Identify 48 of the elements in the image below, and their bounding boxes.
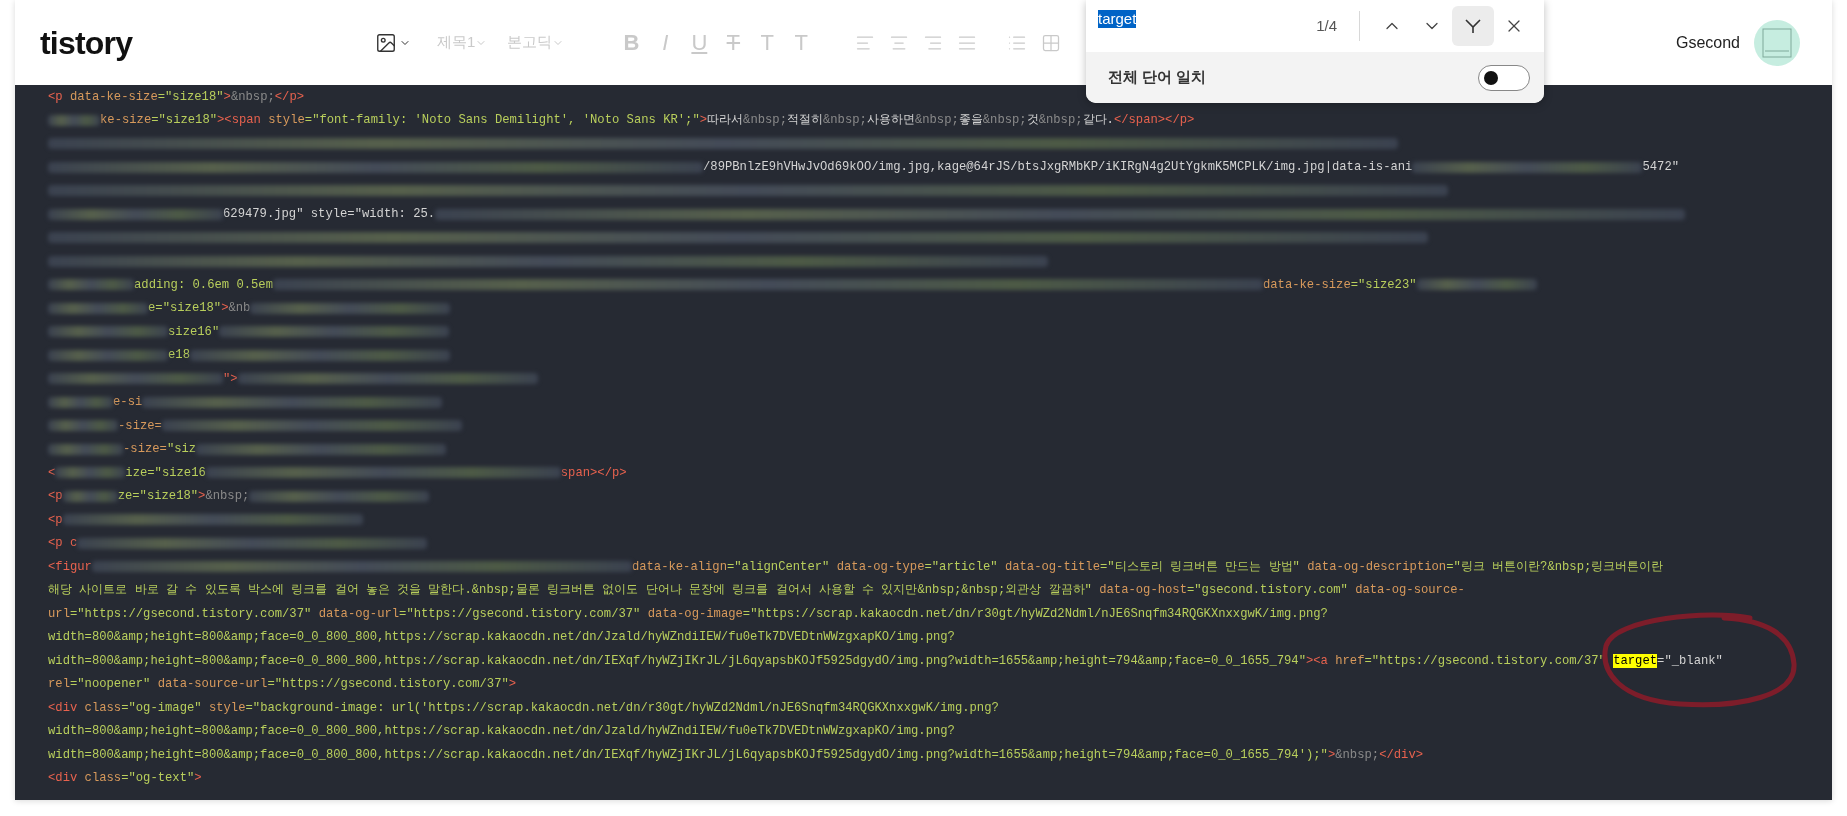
funnel-icon: [1464, 17, 1482, 35]
code-text: data-ke-size="size23": [1262, 276, 1417, 294]
avatar-icon[interactable]: [1754, 19, 1800, 66]
code-text: <p: [48, 511, 63, 529]
code-text: 629479.jpg" style="width: 25.: [223, 206, 436, 224]
user-name[interactable]: Gsecond: [1675, 30, 1740, 55]
code-text: 해당 사이트로 바로 갈 수 있도록 박스에 링크를 걸어 놓은 것을 말한다.&nbsp;물론 링크버튼 없이도 단어나 문장에 링크를 걸어서 사용할 수 있지만&nbsp;&nbsp;외관상 깔끔하" data-og-host="gsecond.tistory.com" data-og-source-: [48, 582, 1465, 600]
code-text: <div class="og-text">: [48, 770, 202, 788]
blurred-text: [62, 490, 118, 502]
code-text: data-ke-align="alignCenter" data-og-type="article" data-og-title="티스토리 링크버튼 만드는 방법" data-og-description="링크 버튼이란?&nbsp;링크버튼이란: [631, 558, 1664, 576]
code-text: size16": [168, 323, 220, 341]
image-icon: [375, 31, 397, 54]
code-text: span></p>: [560, 464, 627, 482]
code-text: <: [48, 464, 56, 482]
code-text: -size="siz: [123, 441, 197, 459]
whole-word-label: 전체 단어 일치: [1108, 67, 1207, 88]
code-text: ke-size="size18"><span style="font-family: 'Noto Sans Demilight', 'Noto Sans KR';">따라서&nbsp;적절히&nbsp;사용하면&nbsp;좋을&nbsp;것&nbsp;같다.</span></p>: [100, 112, 1195, 130]
code-text: ">: [223, 370, 238, 388]
code-text: <figur: [48, 558, 92, 576]
code-text: ze="size18">&nbsp;: [117, 488, 250, 506]
code-text: e18: [168, 347, 190, 365]
code-text: e="size18">&nb: [148, 300, 251, 318]
code-text: /89PBnlzE9hVHwJvOd69kOO/img.jpg,kage@64rJS/btsJxgRMbKP/iKIRgN4g2UtYgkmK5MCPLK/img.jpg|data-is-ani: [703, 159, 1413, 177]
blurred-text: [48, 420, 118, 432]
code-text: rel="noopener" data-source-url="https://gsecond.tistory.com/37">: [48, 676, 517, 694]
code-text: <p: [48, 488, 63, 506]
search-field[interactable]: target: [1098, 10, 1137, 28]
blurred-text: [55, 467, 126, 479]
code-text: e-si: [113, 394, 143, 412]
filter-button[interactable]: [1452, 6, 1494, 46]
code-text: <p data-ke-size="size18">&nbsp;</p>: [48, 88, 305, 106]
code-text: <div class="og-image" style="background-image: url('https://scrap.kakaocdn.net/dn/r30gt/hyWZd2Ndml/nJE6Snqfm34RQGKXnxxgwK/img.png?: [48, 699, 999, 717]
whole-word-toggle[interactable]: [1478, 64, 1530, 91]
match-count: 1/4: [1316, 15, 1337, 36]
code-text: width=800&amp;height=800&amp;face=0_0_800_800,https://scrap.kakaocdn.net/dn/IEXqf/hyWZjIKrJL/jL6qyapsbKOJf5925dgydO/img.png?width=1655&amp;height=794&amp;face=0_0_1655_794');">&nbsp;</div>: [48, 746, 1423, 764]
image-button[interactable]: [375, 31, 411, 54]
code-text: adding: 0.6em 0.5em: [134, 276, 273, 294]
logo[interactable]: tistory: [40, 24, 133, 61]
blurred-text: [48, 114, 100, 126]
code-text: ize="size16: [125, 464, 206, 482]
code-text: 5472": [1642, 159, 1679, 177]
code-text: -size=: [118, 417, 162, 435]
code-text: url="https://gsecond.tistory.com/37" data-og-url="https://gsecond.tistory.com/37" data-og-image="https://scrap.kakaocdn.net/dn/r30gt/hyWZd2Ndml/nJE6Snqfm34RQGKXnxxgwK/img.png?: [48, 605, 1328, 623]
table-icon: [1041, 32, 1062, 53]
code-text: <p c: [48, 535, 78, 553]
code-text: width=800&amp;height=800&amp;face=0_0_800_800,https://scrap.kakaocdn.net/dn/Jzald/hyWZndiIEW/fu0eTk7DVEDtnWWzgxapKO/img.png?: [48, 723, 955, 741]
blurred-text: [48, 396, 113, 408]
code-text: width=800&amp;height=800&amp;face=0_0_800_800,https://scrap.kakaocdn.net/dn/Jzald/hyWZndiIEW/fu0eTk7DVEDtnWWzgxapKO/img.png?: [48, 629, 955, 647]
